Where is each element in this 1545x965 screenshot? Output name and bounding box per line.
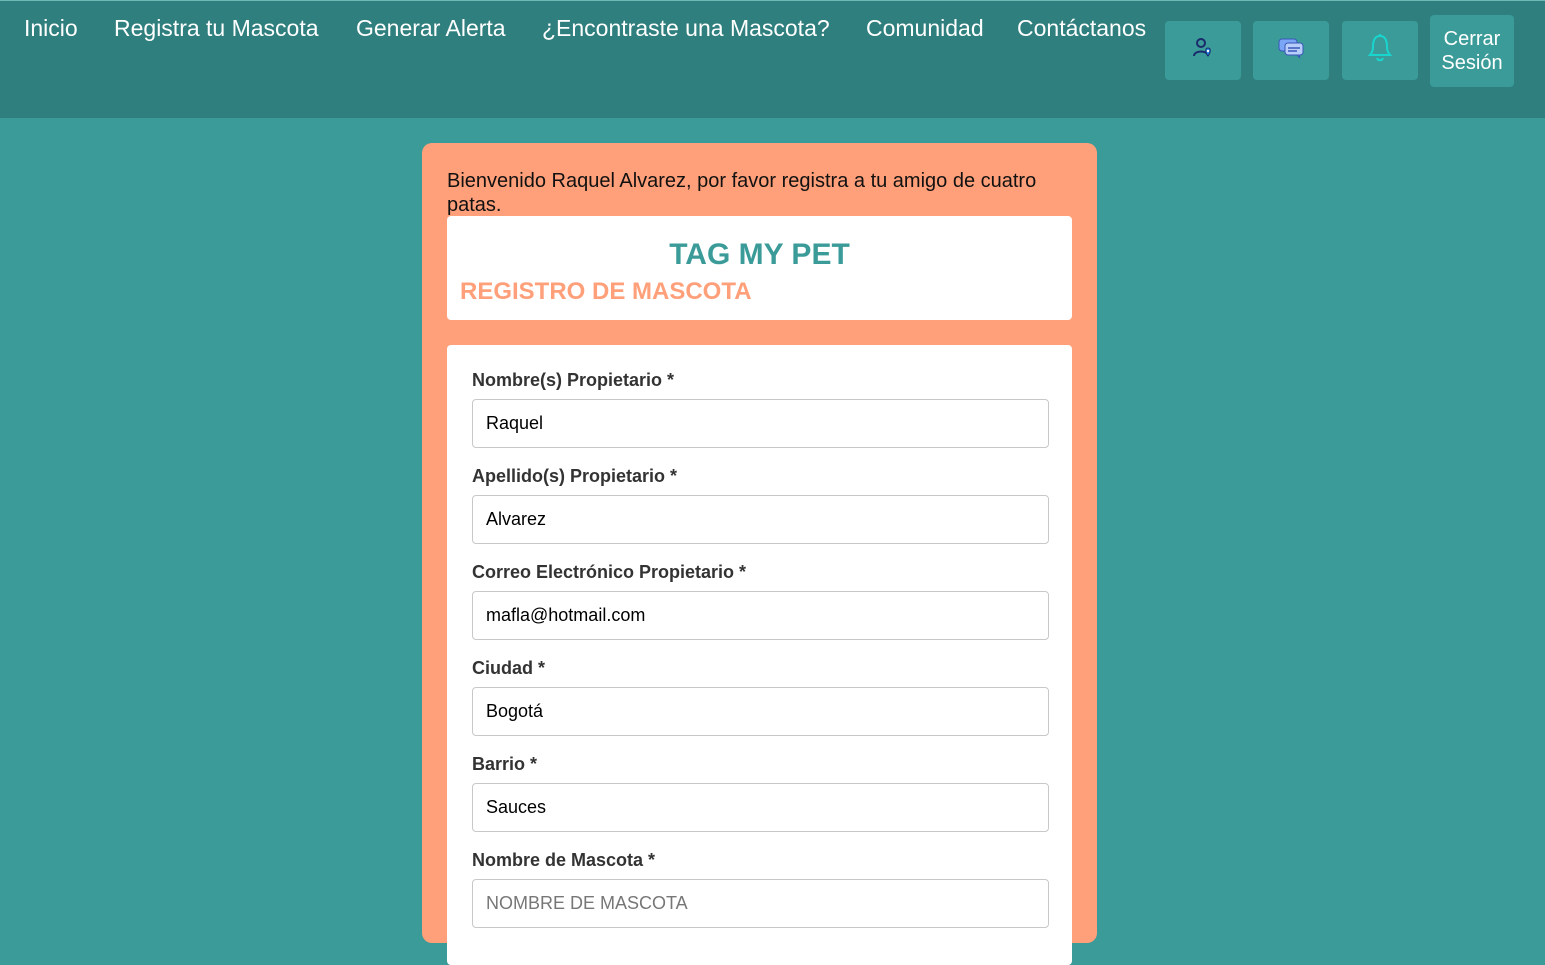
city-label: Ciudad * — [472, 658, 546, 678]
nav-link-encontraste-mascota[interactable]: ¿Encontraste una Mascota? — [542, 15, 830, 42]
logout-label-line1: Cerrar — [1443, 28, 1501, 50]
pet-name-label: Nombre de Mascota * — [472, 850, 656, 870]
owner-email-label: Correo Electrónico Propietario * — [472, 562, 747, 582]
owner-first-name-label: Nombre(s) Propietario * — [472, 370, 675, 390]
bell-icon — [1367, 33, 1393, 68]
logout-button[interactable]: Cerrar Sesión — [1430, 15, 1514, 87]
nav-link-registra-mascota[interactable]: Registra tu Mascota — [114, 15, 319, 42]
brand-title: TAG MY PET — [669, 238, 850, 271]
registration-form: Nombre(s) Propietario * Apellido(s) Prop… — [447, 345, 1072, 965]
chat-icon — [1277, 36, 1305, 65]
neighborhood-label: Barrio * — [472, 754, 538, 774]
form-subtitle: REGISTRO DE MASCOTA — [460, 278, 752, 305]
pet-name-input[interactable] — [472, 879, 1049, 928]
nav-link-comunidad[interactable]: Comunidad — [866, 15, 984, 42]
nav-link-contactanos[interactable]: Contáctanos — [1017, 15, 1146, 42]
logout-label-line2: Sesión — [1441, 52, 1503, 74]
messages-button[interactable] — [1253, 21, 1329, 80]
nav-link-generar-alerta[interactable]: Generar Alerta — [356, 15, 506, 42]
profile-location-button[interactable] — [1165, 21, 1241, 80]
owner-last-name-label: Apellido(s) Propietario * — [472, 466, 678, 486]
owner-first-name-input[interactable] — [472, 399, 1049, 448]
location-user-icon — [1191, 36, 1215, 65]
brand-header: TAG MY PET REGISTRO DE MASCOTA — [447, 216, 1072, 320]
top-navigation-bar: Inicio Registra tu Mascota Generar Alert… — [0, 0, 1545, 118]
registration-card: Bienvenido Raquel Alvarez, por favor reg… — [422, 143, 1097, 965]
nav-link-inicio[interactable]: Inicio — [24, 15, 78, 42]
city-input[interactable] — [472, 687, 1049, 736]
owner-email-input[interactable] — [472, 591, 1049, 640]
notifications-button[interactable] — [1342, 21, 1418, 80]
welcome-message: Bienvenido Raquel Alvarez, por favor reg… — [447, 170, 1037, 216]
owner-last-name-input[interactable] — [472, 495, 1049, 544]
neighborhood-input[interactable] — [472, 783, 1049, 832]
